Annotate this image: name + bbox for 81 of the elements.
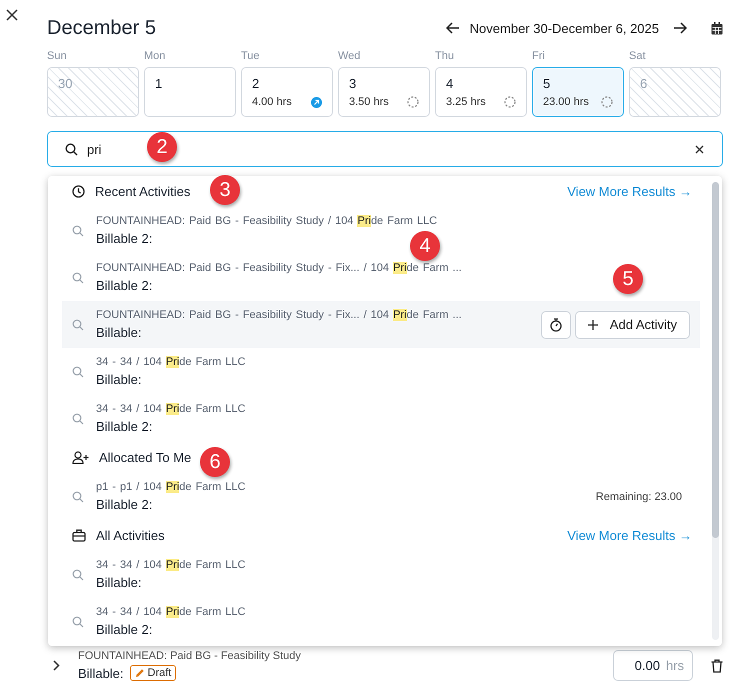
- day-hours: 3.50 hrs: [349, 96, 389, 108]
- day-card[interactable]: 2 4.00 hrs: [241, 67, 333, 117]
- view-more-link[interactable]: View More Results →: [567, 184, 692, 199]
- day-number: 6: [640, 76, 648, 91]
- weekday-label: Wed: [338, 50, 362, 62]
- activity-path[interactable]: 34 - 34 / 104 Pride Farm LLC: [96, 606, 246, 618]
- activity-label[interactable]: Billable 2:: [96, 497, 152, 512]
- day-hours: 4.00 hrs: [252, 96, 292, 108]
- search-icon: [65, 143, 78, 156]
- day-card[interactable]: 4 3.25 hrs: [435, 67, 527, 117]
- weekday-label: Sun: [47, 50, 68, 62]
- view-more-link[interactable]: View More Results →: [567, 528, 692, 543]
- trash-icon[interactable]: [711, 658, 723, 672]
- day-hours: 23.00 hrs: [543, 96, 589, 108]
- day-number: 30: [58, 76, 74, 91]
- next-arrow-icon[interactable]: [673, 22, 687, 34]
- dashed-circle-icon: [407, 96, 419, 108]
- day-number: 4: [446, 76, 454, 91]
- day-hours: 3.25 hrs: [446, 96, 486, 108]
- week-range: November 30-December 6, 2025: [470, 20, 659, 36]
- hours-field[interactable]: 0.00 hrs: [613, 650, 693, 681]
- add-activity-button[interactable]: Add Activity: [574, 310, 690, 338]
- draft-badge: Draft: [130, 665, 176, 681]
- day-card[interactable]: 3 3.50 hrs: [338, 67, 430, 117]
- entry-path: FOUNTAINHEAD: Paid BG - Feasibility Study: [78, 650, 302, 662]
- day-card[interactable]: 5 23.00 hrs: [532, 67, 624, 117]
- activity-label[interactable]: Billable 2:: [96, 231, 152, 246]
- clock-icon: [72, 185, 85, 198]
- activity-path[interactable]: p1 - p1 / 104 Pride Farm LLC: [96, 481, 246, 493]
- arrow-circle-icon: [311, 96, 322, 108]
- day-number: 5: [543, 76, 552, 91]
- date-title: December 5: [47, 16, 156, 40]
- activity-path[interactable]: 34 - 34 / 104 Pride Farm LLC: [96, 403, 246, 415]
- section-title: Allocated To Me: [99, 450, 192, 465]
- weekday-label: Fri: [532, 50, 546, 62]
- search-icon: [72, 616, 84, 628]
- day-number: 3: [349, 76, 358, 91]
- search-icon: [72, 412, 84, 424]
- section-title: Recent Activities: [95, 184, 190, 199]
- pencil-icon: [134, 668, 145, 678]
- activity-label[interactable]: Billable 2:: [96, 622, 152, 637]
- briefcase-icon: [72, 529, 86, 542]
- day-card[interactable]: 1: [144, 67, 236, 117]
- search-icon: [72, 272, 84, 284]
- activity-label[interactable]: Billable:: [96, 372, 142, 387]
- weekday-label: Tue: [241, 50, 261, 62]
- activity-label[interactable]: Billable:: [96, 575, 142, 590]
- weekday-label: Mon: [144, 50, 166, 62]
- dashed-circle-icon: [504, 96, 516, 108]
- day-number: 1: [155, 76, 164, 91]
- section-title: All Activities: [96, 528, 165, 543]
- search-icon: [72, 224, 84, 236]
- timer-button[interactable]: [540, 310, 571, 338]
- activity-path[interactable]: 34 - 34 / 104 Pride Farm LLC: [96, 356, 246, 368]
- previous-arrow-icon[interactable]: [446, 22, 460, 34]
- close-icon[interactable]: [6, 9, 18, 21]
- chevron-icon[interactable]: [53, 660, 60, 671]
- calendar-icon[interactable]: [711, 22, 723, 34]
- result-item[interactable]: FOUNTAINHEAD: Paid BG - Feasibility Study - Fix... / 104 Pride Farm ... Billable: Add Activity: [62, 301, 700, 348]
- weekday-label: Thu: [435, 50, 455, 62]
- search-icon: [72, 490, 84, 502]
- search-icon: [72, 318, 84, 330]
- scrollbar[interactable]: [712, 182, 719, 640]
- activity-path[interactable]: FOUNTAINHEAD: Paid BG - Feasibility Study - Fix... / 104 Pride Farm ...: [96, 309, 462, 321]
- plus-icon: [588, 320, 598, 330]
- search-icon: [72, 568, 84, 580]
- activity-path[interactable]: FOUNTAINHEAD: Paid BG - Feasibility Study / 104 Pride Farm LLC: [96, 215, 438, 227]
- activity-label[interactable]: Billable 2:: [96, 278, 152, 293]
- activity-label[interactable]: Billable:: [96, 325, 142, 340]
- clear-icon[interactable]: [695, 145, 704, 154]
- dashed-circle-icon: [601, 96, 613, 108]
- entry-label: Billable:: [78, 666, 124, 680]
- weekday-label: Sat: [629, 50, 647, 62]
- user-plus-icon: [72, 451, 89, 464]
- remaining-hours: Remaining: 23.00: [596, 490, 682, 502]
- activity-path[interactable]: FOUNTAINHEAD: Paid BG - Feasibility Study - Fix... / 104 Pride Farm ...: [96, 262, 462, 274]
- activity-label[interactable]: Billable 2:: [96, 419, 152, 434]
- day-number: 2: [252, 76, 260, 91]
- activity-path[interactable]: 34 - 34 / 104 Pride Farm LLC: [96, 559, 246, 571]
- search-icon: [72, 366, 84, 378]
- stopwatch-icon: [550, 318, 562, 332]
